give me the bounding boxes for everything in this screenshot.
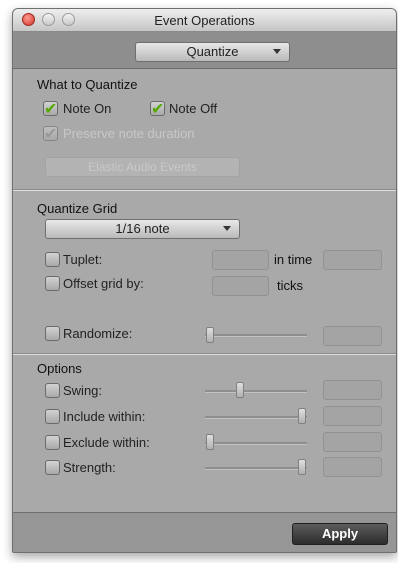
include-within-label: Include within:: [63, 409, 146, 424]
offset-ticks-field[interactable]: [212, 276, 269, 296]
in-time-label: in time: [274, 252, 313, 267]
options-title: Options: [37, 361, 82, 376]
randomize-slider-track[interactable]: [205, 334, 307, 337]
exclude-slider-thumb[interactable]: [206, 434, 214, 450]
elastic-audio-events-button[interactable]: Elastic Audio Events: [45, 157, 240, 177]
operation-bar: Quantize: [13, 32, 396, 69]
randomize-label: Randomize:: [63, 326, 133, 341]
operation-dropdown[interactable]: Quantize: [135, 42, 290, 62]
strength-slider-track[interactable]: [205, 467, 307, 470]
strength-label: Strength:: [63, 460, 116, 475]
section-divider: [13, 189, 396, 191]
offset-grid-label: Offset grid by:: [63, 276, 144, 291]
ticks-label: ticks: [277, 278, 303, 293]
title-bar: Event Operations: [13, 9, 396, 32]
randomize-slider-thumb[interactable]: [206, 327, 214, 343]
note-on-label: Note On: [63, 101, 112, 116]
tuplet-label: Tuplet:: [63, 252, 103, 267]
grid-dropdown-value: 1/16 note: [115, 221, 170, 236]
tuplet-checkbox[interactable]: [45, 252, 60, 267]
grid-dropdown[interactable]: 1/16 note: [45, 219, 240, 239]
randomize-checkbox[interactable]: [45, 326, 60, 341]
strength-slider-thumb[interactable]: [298, 459, 306, 475]
swing-slider-track[interactable]: [205, 390, 307, 393]
what-to-quantize-title: What to Quantize: [37, 77, 138, 92]
strength-checkbox[interactable]: [45, 460, 60, 475]
operation-dropdown-value: Quantize: [186, 44, 239, 59]
apply-button[interactable]: Apply: [292, 523, 388, 545]
preserve-duration-checkbox[interactable]: [43, 124, 58, 143]
include-slider-thumb[interactable]: [298, 408, 306, 424]
include-value-field[interactable]: [323, 406, 382, 426]
exclude-within-checkbox[interactable]: [45, 435, 60, 450]
offset-grid-checkbox[interactable]: [45, 276, 60, 291]
note-off-label: Note Off: [169, 101, 218, 116]
preserve-duration-label: Preserve note duration: [63, 126, 195, 141]
swing-checkbox[interactable]: [45, 383, 60, 398]
randomize-value-field[interactable]: [323, 326, 382, 346]
note-off-checkbox[interactable]: [150, 99, 165, 118]
include-within-checkbox[interactable]: [45, 409, 60, 424]
swing-label: Swing:: [63, 383, 103, 398]
exclude-within-label: Exclude within:: [63, 435, 150, 450]
window-title: Event Operations: [154, 13, 255, 28]
chevron-down-icon: [223, 226, 231, 231]
swing-value-field[interactable]: [323, 380, 382, 400]
strength-value-field[interactable]: [323, 457, 382, 477]
exclude-value-field[interactable]: [323, 432, 382, 452]
swing-slider-thumb[interactable]: [236, 382, 244, 398]
event-operations-window: Event Operations Quantize What to Quanti…: [12, 8, 397, 553]
chevron-down-icon: [273, 49, 281, 54]
tuplet-count-field[interactable]: [212, 250, 269, 270]
quantize-grid-title: Quantize Grid: [37, 201, 118, 216]
tuplet-time-field[interactable]: [323, 250, 382, 270]
exclude-slider-track[interactable]: [205, 442, 307, 445]
section-divider: [13, 353, 396, 355]
note-on-checkbox[interactable]: [43, 99, 58, 118]
include-slider-track[interactable]: [205, 416, 307, 419]
footer-bar: Apply: [13, 512, 396, 552]
